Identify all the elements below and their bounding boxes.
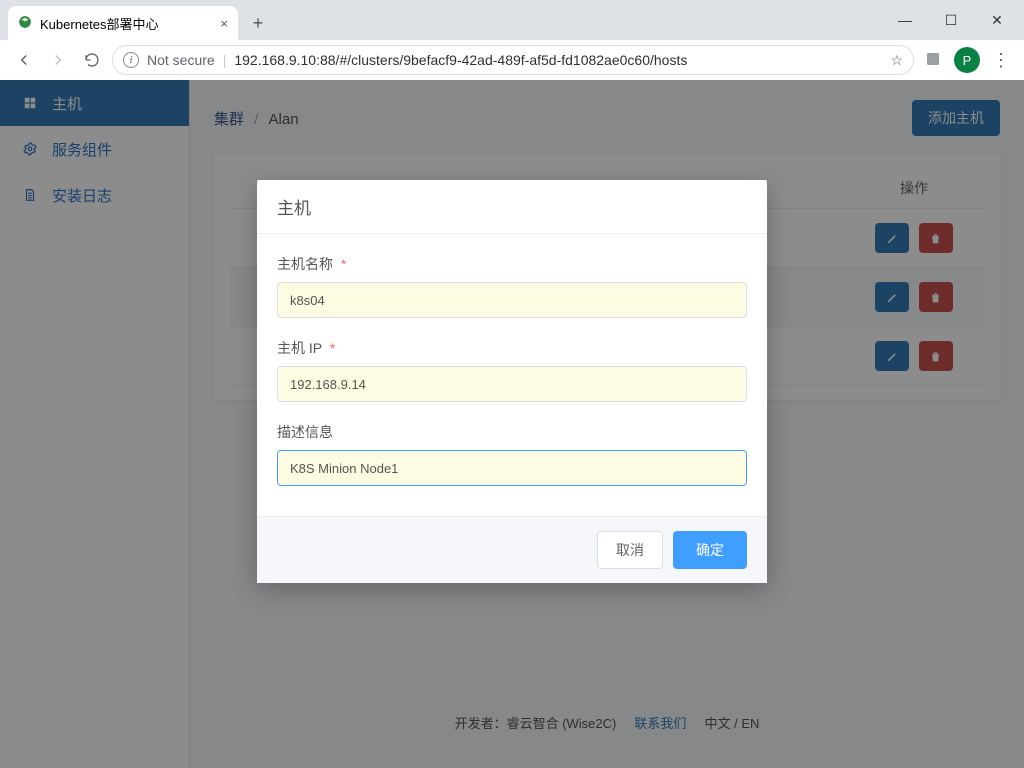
host-desc-input[interactable] xyxy=(277,450,747,486)
nav-reload-button[interactable] xyxy=(78,46,106,74)
window-controls: — ☐ ✕ xyxy=(882,0,1020,40)
url-text: 192.168.9.10:88/#/clusters/9befacf9-42ad… xyxy=(234,52,882,68)
nav-back-button[interactable] xyxy=(10,46,38,74)
field-label: 主机名称 * xyxy=(277,254,747,274)
address-bar: i Not secure | 192.168.9.10:88/#/cluster… xyxy=(0,40,1024,80)
tab-title: Kubernetes部署中心 xyxy=(40,14,212,33)
not-secure-label: Not secure xyxy=(147,52,215,68)
required-marker: * xyxy=(341,256,346,272)
field-label: 主机 IP * xyxy=(277,338,747,358)
field-host-ip: 主机 IP * xyxy=(277,338,747,402)
browser-tab[interactable]: Kubernetes部署中心 × xyxy=(8,6,238,40)
window-close-icon[interactable]: ✕ xyxy=(974,5,1020,35)
modal-overlay[interactable]: 主机 主机名称 * 主机 IP * 描述信息 xyxy=(0,80,1024,768)
url-box[interactable]: i Not secure | 192.168.9.10:88/#/cluster… xyxy=(112,45,914,75)
cancel-button[interactable]: 取消 xyxy=(597,531,663,569)
new-tab-button[interactable]: + xyxy=(244,9,272,37)
host-modal: 主机 主机名称 * 主机 IP * 描述信息 xyxy=(257,180,767,583)
extension-icon[interactable] xyxy=(924,50,942,71)
bookmark-star-icon[interactable]: ☆ xyxy=(890,52,903,69)
tab-close-icon[interactable]: × xyxy=(220,16,228,31)
modal-title: 主机 xyxy=(257,180,767,234)
favicon-icon xyxy=(18,15,32,32)
site-info-icon[interactable]: i xyxy=(123,52,139,68)
modal-footer: 取消 确定 xyxy=(257,516,767,583)
tab-bar: Kubernetes部署中心 × + — ☐ ✕ xyxy=(0,0,1024,40)
browser-chrome: Kubernetes部署中心 × + — ☐ ✕ i Not secure | … xyxy=(0,0,1024,80)
nav-forward-button[interactable] xyxy=(44,46,72,74)
host-ip-input[interactable] xyxy=(277,366,747,402)
required-marker: * xyxy=(330,340,335,356)
window-maximize-icon[interactable]: ☐ xyxy=(928,5,974,35)
field-host-desc: 描述信息 xyxy=(277,422,747,486)
window-minimize-icon[interactable]: — xyxy=(882,5,928,35)
host-name-input[interactable] xyxy=(277,282,747,318)
confirm-button[interactable]: 确定 xyxy=(673,531,747,569)
profile-avatar[interactable]: P xyxy=(954,47,980,73)
chrome-menu-icon[interactable]: ⋮ xyxy=(992,50,1010,71)
field-label: 描述信息 xyxy=(277,422,747,442)
field-host-name: 主机名称 * xyxy=(277,254,747,318)
